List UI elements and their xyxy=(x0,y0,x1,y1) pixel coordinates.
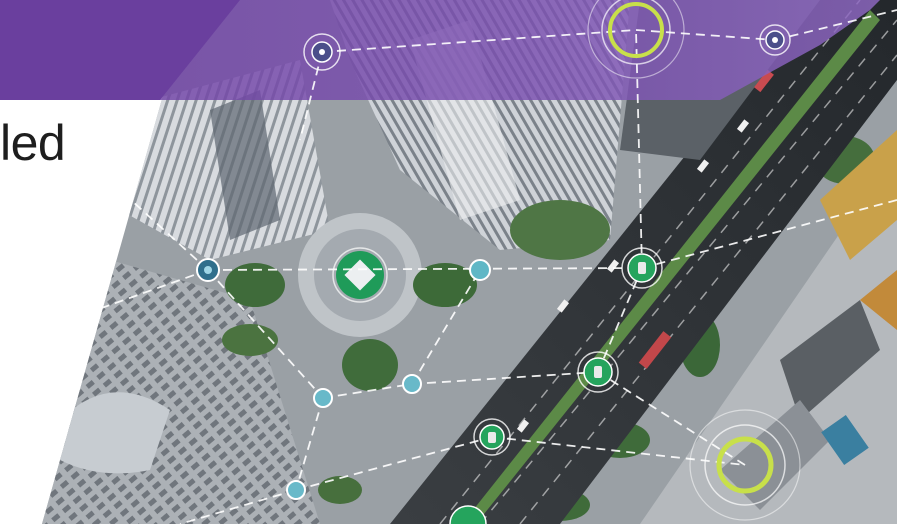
car-node-icon xyxy=(621,247,663,289)
sensor-node-icon xyxy=(402,374,422,394)
headline-text: led xyxy=(0,118,66,168)
car-node-icon xyxy=(473,418,511,456)
sensor-node-icon xyxy=(196,258,220,282)
sensor-node-icon xyxy=(469,259,491,281)
aerial-city-network-image xyxy=(0,0,897,524)
sensor-node-icon xyxy=(313,388,333,408)
sensor-node-icon xyxy=(286,480,306,500)
car-node-icon xyxy=(577,351,619,393)
